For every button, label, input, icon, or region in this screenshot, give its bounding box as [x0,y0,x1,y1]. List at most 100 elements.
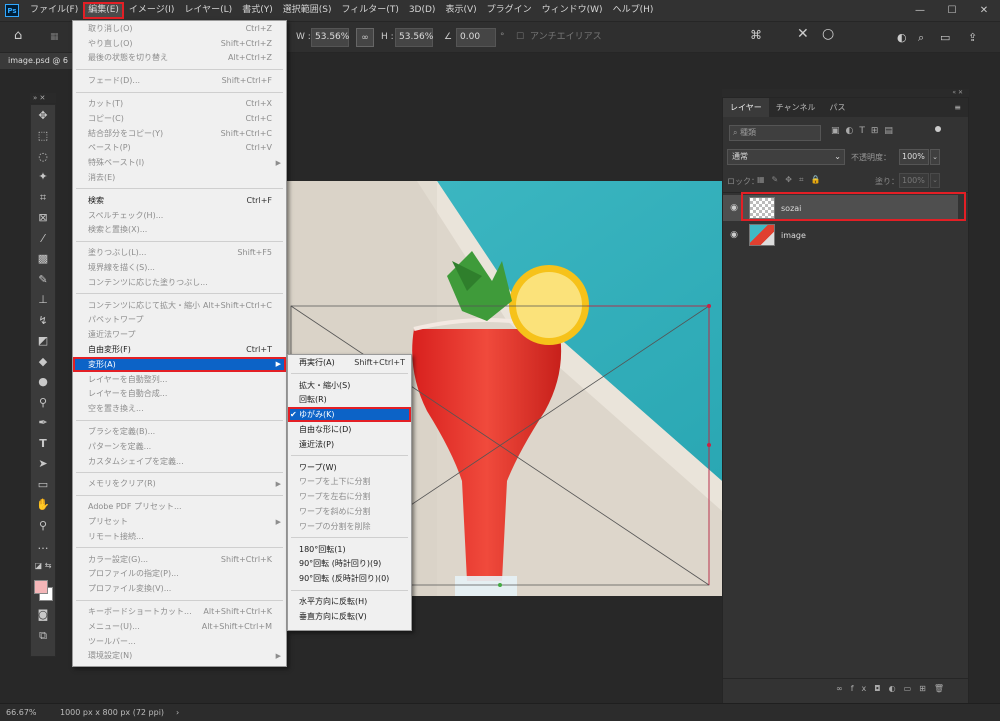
document-tab[interactable]: image.psd @ 6 [0,53,72,69]
panel-collapse-bar[interactable]: « ✕ [722,89,969,97]
quick-mask-icon[interactable]: ◙ [31,605,55,626]
menu-item[interactable]: ✔ ゆがみ(K) [288,407,411,423]
more-tools-icon[interactable]: … [31,536,55,557]
menu-item[interactable]: 結合部分をコピー(Y) Shift+Ctrl+C [73,126,286,141]
menu-item[interactable]: 拡大・縮小(S) [288,378,411,393]
menu-9[interactable]: プラグイン [482,2,537,19]
menu-item[interactable]: ペースト(P) Ctrl+V [73,141,286,156]
zoom-tool-icon[interactable]: ⚲ [31,515,55,536]
crop-tool-icon[interactable]: ⌗ [31,187,55,208]
menu-item[interactable]: コンテンツに応じた塗りつぶし... [73,275,286,290]
reference-point-icon[interactable]: ▦ [50,28,59,47]
menu-item[interactable]: 消去(E) [73,170,286,185]
search-icon[interactable]: ⌕ [918,28,924,47]
commit-transform-icon[interactable]: ○ [822,25,834,44]
menu-item[interactable]: 検索と置換(X)... [73,223,286,238]
layer-filter-icons[interactable]: ▣◐T⊞▤ [831,126,899,136]
fill-dropdown-icon[interactable]: ⌄ [930,173,940,188]
share-icon[interactable]: ◐ [897,28,907,47]
menu-item[interactable]: カット(T) Ctrl+X [73,96,286,111]
menu-10[interactable]: ウィンドウ(W) [537,2,608,19]
blur-tool-icon[interactable]: ● [31,372,55,393]
menu-item[interactable]: 垂直方向に反転(V) [288,609,411,624]
hand-tool-icon[interactable]: ✋ [31,495,55,516]
fill-input[interactable]: 100% [899,173,929,188]
pen-tool-icon[interactable]: ✒ [31,413,55,434]
menu-item[interactable]: プロファイルの指定(P)... [73,567,286,582]
warp-mode-icon[interactable]: ⌘ [750,26,762,45]
menu-6[interactable]: フィルター(T) [336,2,403,19]
menu-item[interactable]: カラー設定(G)... Shift+Ctrl+K [73,552,286,567]
toolbox-header[interactable]: » ✕ [30,93,56,103]
lock-icons[interactable]: ▦✎✥⌗🔒 [757,175,827,185]
eyedropper-tool-icon[interactable]: ⁄ [31,228,55,249]
rectangle-tool-icon[interactable]: ▭ [31,474,55,495]
menu-item[interactable]: 180°回転(1) [288,542,411,557]
frame-tool-icon[interactable]: ⊠ [31,208,55,229]
history-brush-tool-icon[interactable]: ↯ [31,310,55,331]
menu-item[interactable]: 回転(R) [288,393,411,408]
healing-brush-tool-icon[interactable]: ▩ [31,249,55,270]
home-icon[interactable]: ⌂ [14,26,22,45]
dodge-tool-icon[interactable]: ⚲ [31,392,55,413]
menu-item[interactable]: 90°回転 (時計回り)(9) [288,557,411,572]
stamp-tool-icon[interactable]: ⊥ [31,290,55,311]
screen-mode-icon[interactable]: ⧉ [31,625,55,646]
menu-item[interactable]: ツールバー... [73,634,286,649]
menu-item[interactable]: ワープ(W) [288,460,411,475]
close-window-button[interactable]: ✕ [968,0,1000,21]
layer-actions-bar[interactable]: ∞fx◘◐▭⊞🗑 [723,678,968,700]
antialias-checkbox[interactable]: ☐ [516,28,524,47]
panel-menu-icon[interactable]: ≡ [947,98,968,117]
opacity-dropdown-icon[interactable]: ⌄ [930,149,940,165]
height-input[interactable]: 53.56% [395,28,433,47]
menu-item[interactable]: リモート接続... [73,529,286,544]
menu-2[interactable]: イメージ(I) [124,2,180,19]
path-selection-tool-icon[interactable]: ➤ [31,454,55,475]
menu-item[interactable]: スペルチェック(H)... [73,208,286,223]
menu-4[interactable]: 書式(Y) [237,2,278,19]
menu-item[interactable]: 境界線を描く(S)... [73,260,286,275]
restore-button[interactable]: ☐ [936,0,968,21]
tab-paths[interactable]: パス [823,98,853,117]
tab-channels[interactable]: チャンネル [769,98,823,117]
angle-input[interactable]: 0.00 [456,28,496,47]
eraser-tool-icon[interactable]: ◩ [31,331,55,352]
menu-3[interactable]: レイヤー(L) [179,2,237,19]
menu-item[interactable]: レイヤーを自動整列... [73,372,286,387]
width-input[interactable]: 53.56% [311,28,349,47]
menu-11[interactable]: ヘルプ(H) [608,2,659,19]
menu-item[interactable]: パターンを定義... [73,439,286,454]
menu-item[interactable]: 変形(A) ▶ [73,356,286,372]
menu-item[interactable]: 塗りつぶし(L)... Shift+F5 [73,245,286,260]
menu-item[interactable]: 空を置き換え... [73,401,286,416]
menu-item[interactable]: 自由変形(F) Ctrl+T [73,342,286,357]
menu-item[interactable]: パペットワープ [73,313,286,328]
menu-0[interactable]: ファイル(F) [25,2,83,19]
menu-item[interactable]: ワープの分割を削除 [288,519,411,534]
menu-1[interactable]: 編集(E) [83,2,124,19]
foreground-color-swatch[interactable] [34,579,48,594]
menu-item[interactable]: ワープを上下に分割 [288,475,411,490]
menu-item[interactable]: 遠近法(P) [288,437,411,452]
menu-5[interactable]: 選択範囲(S) [278,2,337,19]
menu-item[interactable]: 最後の状態を切り替え Alt+Ctrl+Z [73,51,286,66]
layer-filter-search[interactable]: ⌕ 種類 [729,125,821,141]
layer-row-image[interactable]: ◉ image [723,222,958,248]
tab-layers[interactable]: レイヤー [723,98,769,117]
menu-item[interactable]: メニュー(U)... Alt+Shift+Ctrl+M [73,619,286,634]
menu-7[interactable]: 3D(D) [404,2,441,19]
menu-item[interactable]: プリセット ▶ [73,514,286,529]
menu-item[interactable]: 再実行(A) Shift+Ctrl+T [288,355,411,370]
menu-item[interactable]: フェード(D)... Shift+Ctrl+F [73,73,286,88]
type-tool-icon[interactable]: T [31,433,55,454]
lasso-tool-icon[interactable]: ◌ [31,146,55,167]
menu-item[interactable]: メモリをクリア(R) ▶ [73,477,286,492]
minimize-button[interactable]: — [904,0,936,21]
opacity-input[interactable]: 100% [899,149,929,165]
cancel-transform-icon[interactable]: ✕ [797,25,809,44]
menu-item[interactable]: 環境設定(N) ▶ [73,648,286,663]
menu-item[interactable]: キーボードショートカット... Alt+Shift+Ctrl+K [73,604,286,619]
menu-item[interactable]: カスタムシェイプを定義... [73,454,286,469]
brush-tool-icon[interactable]: ✎ [31,269,55,290]
